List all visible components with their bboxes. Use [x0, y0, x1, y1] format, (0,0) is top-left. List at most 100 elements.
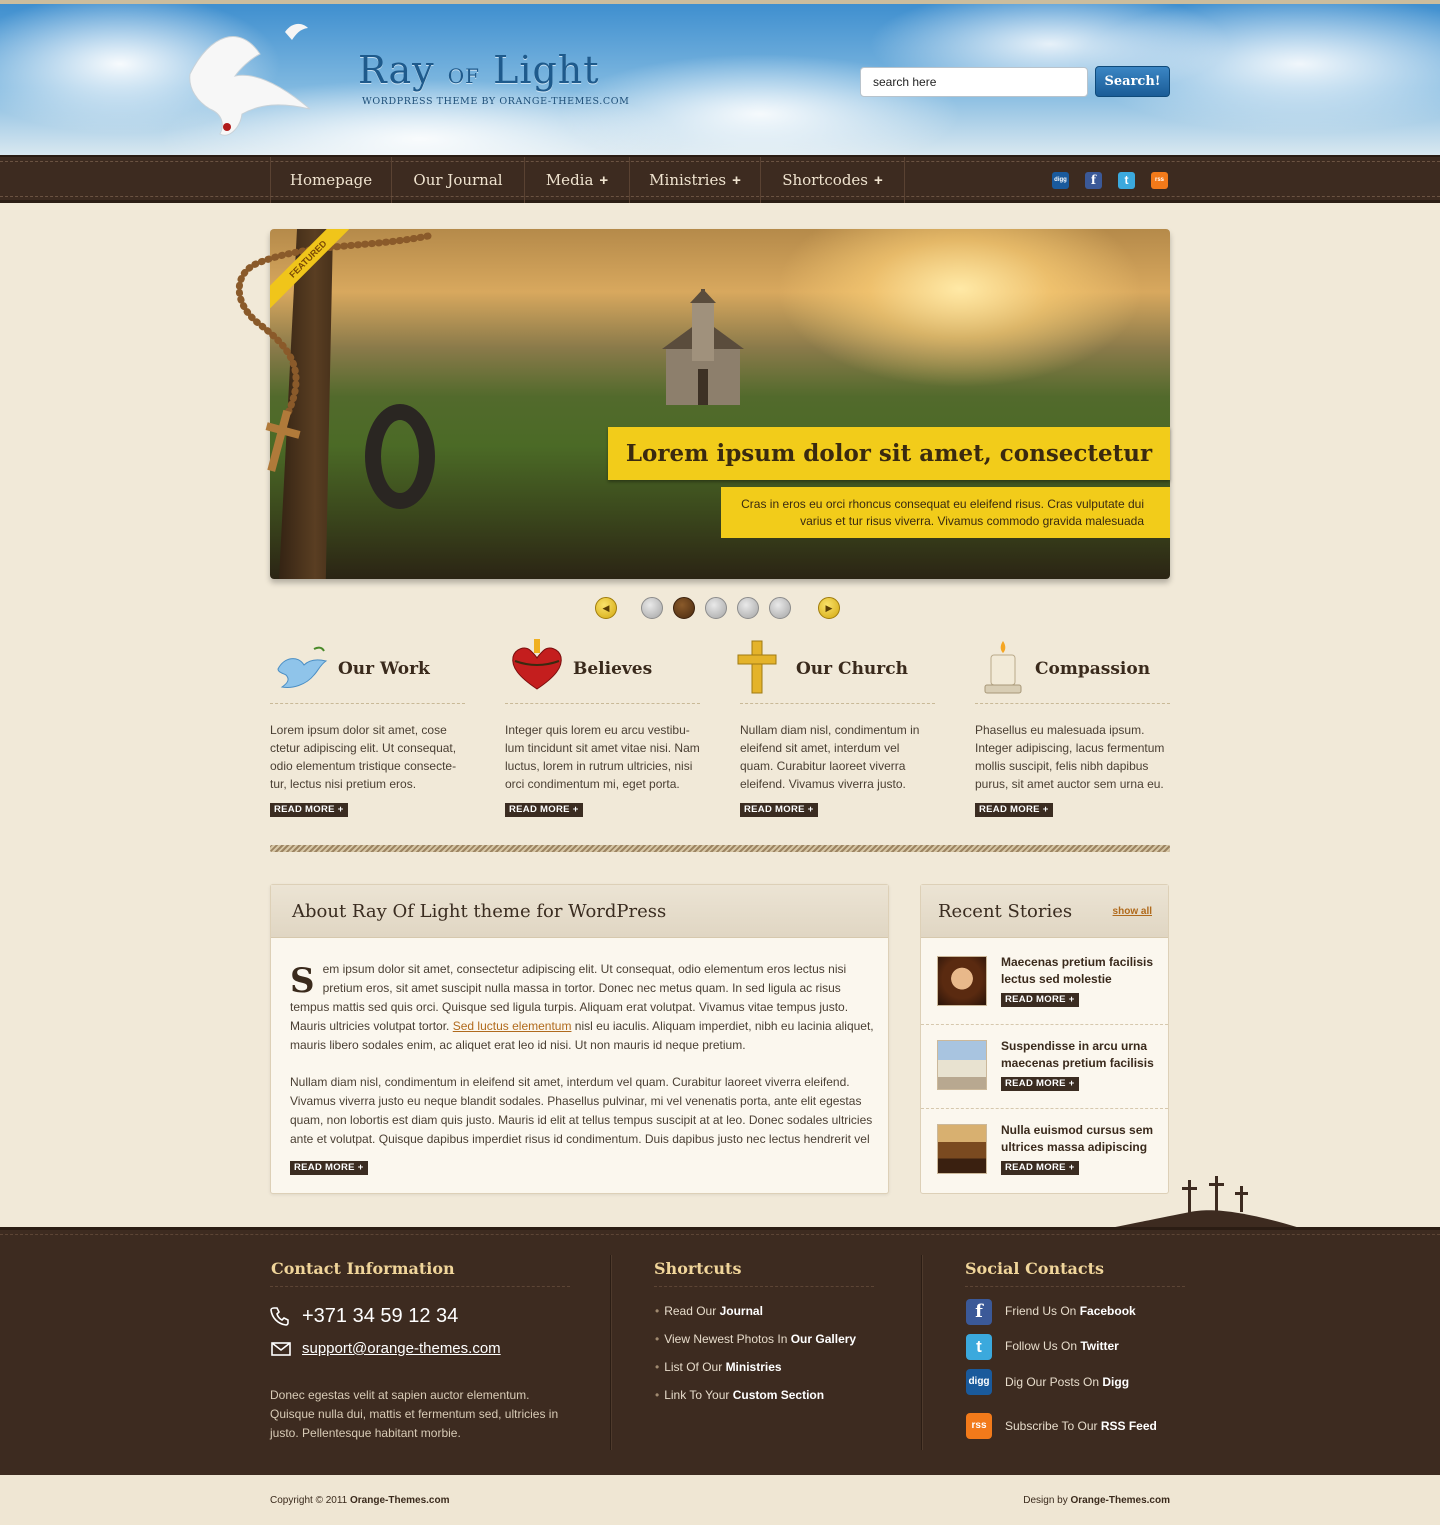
story-thumbnail[interactable]	[937, 1040, 987, 1090]
social-text: Follow Us On	[1005, 1339, 1081, 1353]
slider-dot-2[interactable]	[673, 597, 695, 619]
slider-dot-5[interactable]	[769, 597, 791, 619]
read-more-button[interactable]: READ MORE +	[1001, 1077, 1079, 1091]
digg-icon[interactable]: digg	[966, 1369, 992, 1395]
contact-description: Donec egestas velit at sapien auctor ele…	[270, 1388, 559, 1440]
copyright-link[interactable]: Orange-Themes.com	[350, 1495, 449, 1506]
sacred-heart-icon	[512, 639, 562, 690]
slider-dot-1[interactable]	[641, 597, 663, 619]
footer-divider	[965, 1286, 1185, 1287]
show-all-link[interactable]: show all	[1113, 885, 1152, 938]
recent-stories-title: Recent Stories	[938, 901, 1073, 922]
nav-item-our-journal[interactable]: Our Journal	[391, 157, 524, 203]
plus-icon: +	[874, 172, 883, 189]
story-thumbnail[interactable]	[937, 1124, 987, 1174]
nav-item-ministries[interactable]: Ministries +	[629, 157, 760, 203]
shortcut-ministries-link[interactable]: List Of Our Ministries	[655, 1360, 782, 1374]
read-more-button[interactable]: READ MORE +	[1001, 993, 1079, 1007]
read-more-button[interactable]: READ MORE +	[270, 803, 348, 817]
social-bold: Facebook	[1079, 1304, 1136, 1318]
design-credit-link[interactable]: Orange-Themes.com	[1071, 1495, 1170, 1506]
shortcut-text: Read Our	[664, 1304, 720, 1318]
search-input[interactable]	[860, 67, 1088, 97]
feature-title: Compassion	[1035, 659, 1151, 679]
nav-item-homepage[interactable]: Homepage	[270, 157, 391, 203]
about-body: Sem ipsum dolor sit amet, consectetur ad…	[290, 960, 875, 1149]
slider-next-button[interactable]: ▶	[818, 597, 840, 619]
shortcut-text: Link To Your	[664, 1388, 733, 1402]
dove-icon	[277, 646, 328, 688]
feature-text: Integer quis lorem eu arcu vestibu-lum t…	[505, 723, 700, 791]
nav-item-label: Shortcodes	[782, 171, 868, 189]
read-more-button[interactable]: READ MORE +	[1001, 1161, 1079, 1175]
feature-text: Phasellus eu malesuada ipsum. Integer ad…	[975, 723, 1165, 791]
email-icon	[271, 1342, 291, 1356]
slider-dot-4[interactable]	[737, 597, 759, 619]
shortcut-bold: Custom Section	[732, 1388, 825, 1402]
nav-item-label: Our Journal	[413, 171, 503, 189]
site-logo[interactable]: Ray of Light	[358, 48, 600, 92]
nav-item-label: Ministries	[649, 171, 727, 189]
facebook-icon[interactable]: f	[1085, 172, 1102, 189]
cross-icon	[737, 640, 777, 694]
social-text: Dig Our Posts On	[1005, 1375, 1103, 1389]
copyright-text: Copyright © 2011 Orange-Themes.com	[270, 1495, 450, 1506]
digg-link[interactable]: Dig Our Posts On Digg	[1005, 1375, 1129, 1389]
nav-item-label: Homepage	[289, 171, 373, 189]
slide-description: Cras in eros eu orci rhoncus consequat e…	[721, 487, 1170, 538]
logo-subtitle: WORDPRESS THEME BY ORANGE-THEMES.COM	[362, 96, 630, 107]
slide-title[interactable]: Lorem ipsum dolor sit amet, consectetur	[608, 427, 1170, 480]
footer-contact-title: Contact Information	[271, 1259, 455, 1278]
design-credit: Design by Orange-Themes.com	[1023, 1495, 1170, 1506]
rss-link[interactable]: Subscribe To Our RSS Feed	[1005, 1419, 1157, 1433]
feature-divider	[505, 703, 700, 704]
feature-text: Lorem ipsum dolor sit amet, cose ctetur …	[270, 723, 457, 791]
shortcut-bold: Ministries	[725, 1360, 782, 1374]
rss-icon[interactable]: rss	[966, 1413, 992, 1439]
social-bold: Digg	[1102, 1375, 1130, 1389]
read-more-button[interactable]: READ MORE +	[740, 803, 818, 817]
about-read-more-button[interactable]: READ MORE +	[290, 1161, 368, 1175]
shortcut-bold: Our Gallery	[790, 1332, 857, 1346]
rss-icon[interactable]: rss	[1151, 172, 1168, 189]
twitter-icon[interactable]: t	[1118, 172, 1135, 189]
story-thumbnail[interactable]	[937, 956, 987, 1006]
facebook-icon[interactable]: f	[966, 1299, 992, 1325]
slider-dot-3[interactable]	[705, 597, 727, 619]
story-item[interactable]: Maecenas pretium facilisis lectus sed mo…	[921, 940, 1168, 1024]
footer-column-separator	[921, 1255, 922, 1450]
about-paragraph-2: Nullam diam nisl, condimentum in eleifen…	[290, 1075, 873, 1146]
nav-item-shortcodes[interactable]: Shortcodes +	[760, 157, 905, 203]
footer-social-title: Social Contacts	[965, 1259, 1104, 1278]
feature-title: Our Work	[338, 659, 430, 679]
slider-prev-button[interactable]: ◀	[595, 597, 617, 619]
phone-icon	[270, 1307, 289, 1326]
story-title[interactable]: Maecenas pretium facilisis lectus sed mo…	[1001, 954, 1161, 988]
search-button[interactable]: Search!	[1095, 66, 1170, 97]
featured-badge-label: FEATURED	[270, 229, 350, 309]
story-title[interactable]: Nulla euismod cursus sem ultrices massa …	[1001, 1122, 1161, 1156]
facebook-link[interactable]: Friend Us On Facebook	[1005, 1304, 1136, 1318]
twitter-icon[interactable]: t	[966, 1334, 992, 1360]
shortcut-gallery-link[interactable]: View Newest Photos In Our Gallery	[655, 1332, 856, 1346]
digg-icon[interactable]: digg	[1052, 172, 1069, 189]
featured-badge: FEATURED	[270, 229, 350, 309]
copyright-prefix: Copyright © 2011	[270, 1495, 351, 1506]
twitter-link[interactable]: Follow Us On Twitter	[1005, 1339, 1119, 1353]
contact-email[interactable]: support@orange-themes.com	[302, 1340, 501, 1357]
story-title[interactable]: Suspendisse in arcu urna maecenas pretiu…	[1001, 1038, 1161, 1072]
nav-item-media[interactable]: Media +	[524, 157, 629, 203]
story-item[interactable]: Suspendisse in arcu urna maecenas pretiu…	[921, 1024, 1168, 1108]
shortcut-bold: Journal	[719, 1304, 763, 1318]
read-more-button[interactable]: READ MORE +	[505, 803, 583, 817]
recent-stories-header: Recent Stories show all	[921, 885, 1168, 938]
shortcut-journal-link[interactable]: Read Our Journal	[655, 1304, 763, 1318]
shortcut-custom-section-link[interactable]: Link To Your Custom Section	[655, 1388, 824, 1402]
sed-luctus-link[interactable]: Sed luctus elementum	[453, 1019, 572, 1033]
recent-stories-panel: Recent Stories show all Maecenas pretium…	[920, 884, 1169, 1194]
footer-shortcuts-title: Shortcuts	[654, 1259, 742, 1278]
feature-divider	[975, 703, 1170, 704]
read-more-button[interactable]: READ MORE +	[975, 803, 1053, 817]
main-nav: Homepage Our Journal Media + Ministries + …	[0, 155, 1440, 203]
contact-phone[interactable]: +371 34 59 12 34	[302, 1305, 458, 1328]
